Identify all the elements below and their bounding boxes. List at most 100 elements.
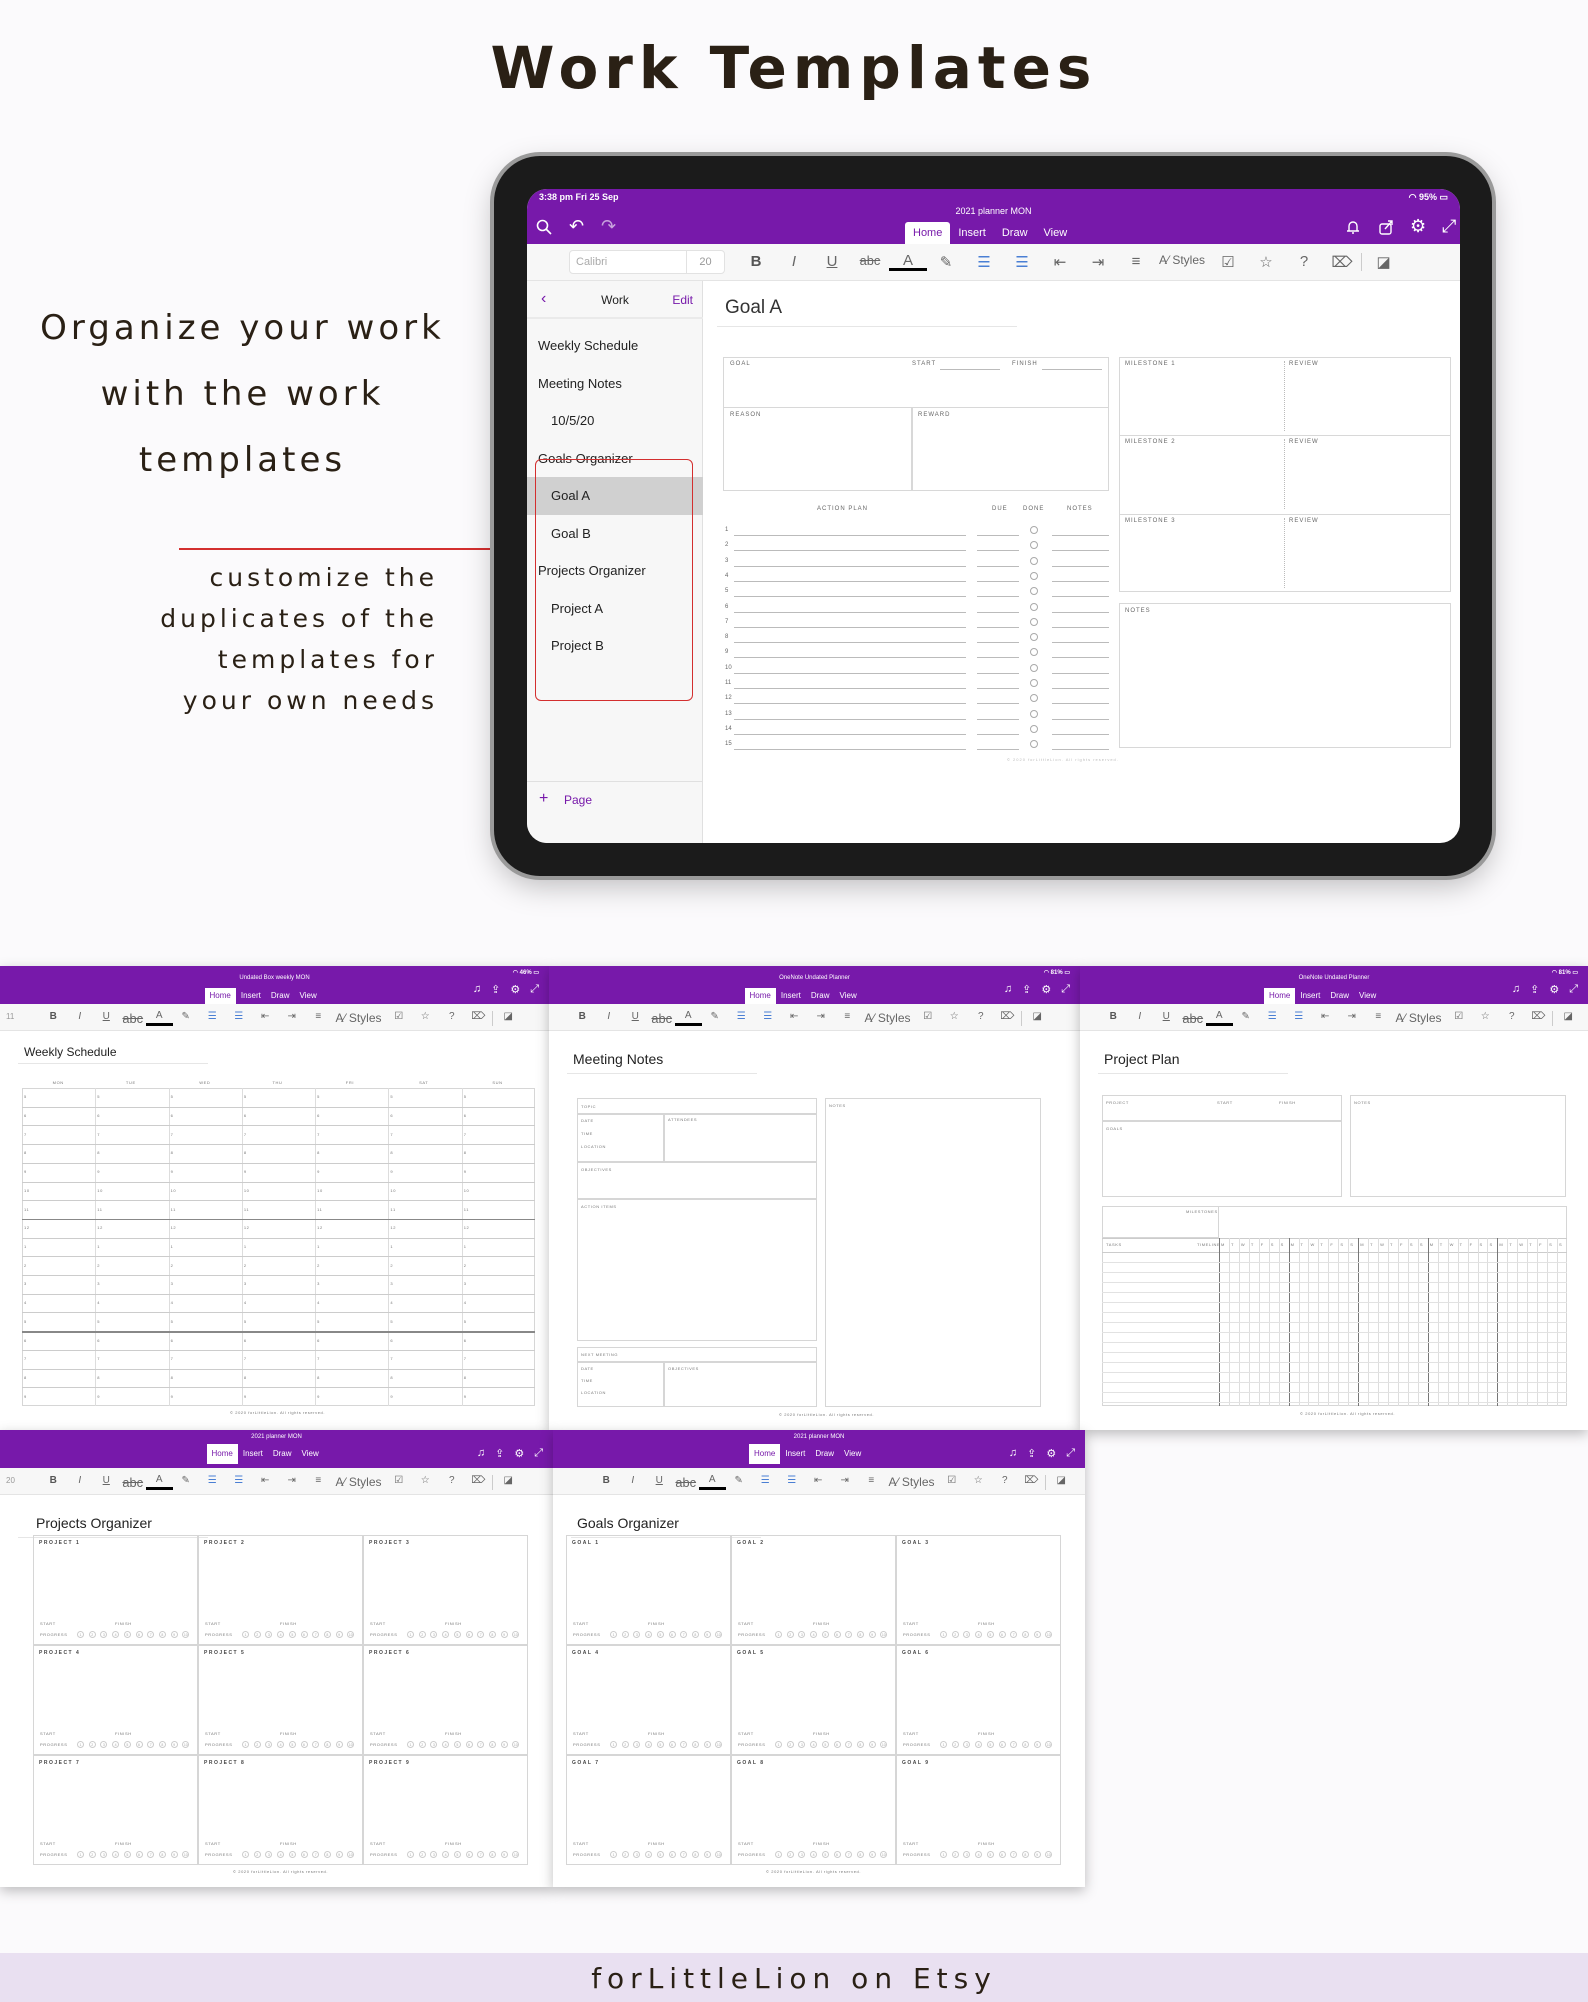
progress-step[interactable]: 8 bbox=[488, 1851, 496, 1858]
progress-step[interactable]: 5 bbox=[986, 1631, 994, 1638]
progress-step[interactable]: 8 bbox=[488, 1741, 496, 1748]
progress-step[interactable]: 8 bbox=[488, 1631, 496, 1638]
done-checkbox[interactable] bbox=[1030, 617, 1038, 626]
task-row[interactable] bbox=[1102, 1402, 1567, 1403]
progress-step[interactable]: 1 bbox=[407, 1741, 414, 1748]
progress-step[interactable]: 2 bbox=[951, 1631, 959, 1638]
action-line[interactable] bbox=[734, 611, 966, 613]
bell-icon[interactable] bbox=[1345, 219, 1361, 235]
done-checkbox[interactable] bbox=[1030, 526, 1038, 534]
task-row[interactable] bbox=[1102, 1382, 1567, 1383]
due-line[interactable] bbox=[977, 688, 1019, 689]
progress-step[interactable]: 8 bbox=[856, 1741, 864, 1748]
search-icon[interactable] bbox=[536, 219, 552, 235]
progress-step[interactable]: 6 bbox=[300, 1631, 308, 1638]
progress-step[interactable]: 1 bbox=[775, 1631, 782, 1638]
task-row[interactable] bbox=[1102, 1362, 1567, 1363]
progress-step[interactable]: 2 bbox=[621, 1631, 629, 1638]
progress-step[interactable]: 5 bbox=[656, 1851, 664, 1858]
task-row[interactable] bbox=[1102, 1272, 1567, 1273]
done-checkbox[interactable] bbox=[1030, 709, 1038, 718]
progress-step[interactable]: 6 bbox=[833, 1851, 841, 1858]
done-checkbox[interactable] bbox=[1030, 556, 1038, 565]
progress-step[interactable]: 6 bbox=[668, 1741, 676, 1748]
due-line[interactable] bbox=[977, 550, 1019, 552]
done-checkbox[interactable] bbox=[1030, 602, 1038, 611]
progress-step[interactable]: 1 bbox=[242, 1851, 249, 1858]
notes-line[interactable] bbox=[1052, 596, 1109, 598]
progress-step[interactable]: 5 bbox=[123, 1631, 131, 1638]
gear-icon[interactable]: ⚙ bbox=[1410, 217, 1426, 235]
progress-step[interactable]: 5 bbox=[821, 1631, 829, 1638]
progress-step[interactable]: 5 bbox=[656, 1741, 664, 1748]
progress-step[interactable]: 5 bbox=[123, 1741, 131, 1748]
highlighter-icon[interactable]: ✎ bbox=[927, 253, 965, 271]
progress-step[interactable]: 9 bbox=[703, 1851, 711, 1858]
progress-step[interactable]: 9 bbox=[1033, 1741, 1041, 1748]
done-checkbox[interactable] bbox=[1030, 633, 1038, 642]
progress-step[interactable]: 6 bbox=[300, 1851, 308, 1858]
due-line[interactable] bbox=[977, 657, 1019, 659]
progress-step[interactable]: 1 bbox=[407, 1851, 414, 1858]
notes-line[interactable] bbox=[1052, 580, 1109, 582]
progress-step[interactable]: 1 bbox=[775, 1851, 782, 1858]
progress-step[interactable]: 6 bbox=[465, 1741, 473, 1748]
progress-step[interactable]: 9 bbox=[170, 1631, 178, 1638]
notes-line[interactable] bbox=[1052, 703, 1109, 705]
progress-step[interactable]: 8 bbox=[691, 1631, 699, 1638]
progress-step[interactable]: 6 bbox=[135, 1851, 143, 1858]
action-line[interactable] bbox=[734, 565, 966, 567]
progress-step[interactable]: 2 bbox=[621, 1851, 629, 1858]
notes-line[interactable] bbox=[1052, 642, 1109, 644]
template-thumbnail-weekly[interactable]: Undated Box weekly MON ◠ 46% ▭ Home Insert D… bbox=[0, 966, 549, 1430]
help-icon[interactable]: ? bbox=[1285, 253, 1323, 271]
font-size[interactable]: 20 bbox=[686, 251, 724, 273]
due-line[interactable] bbox=[977, 535, 1019, 536]
progress-step[interactable]: 2 bbox=[786, 1741, 794, 1748]
project-card[interactable] bbox=[198, 1535, 363, 1645]
notes-line[interactable] bbox=[1052, 672, 1109, 674]
underline-button[interactable]: U bbox=[813, 253, 851, 271]
progress-step[interactable]: 8 bbox=[856, 1851, 864, 1858]
action-line[interactable] bbox=[734, 550, 966, 552]
font-picker[interactable]: Calibri 20 bbox=[569, 250, 725, 274]
progress-step[interactable]: 2 bbox=[951, 1851, 959, 1858]
due-line[interactable] bbox=[977, 733, 1019, 735]
goal-card[interactable] bbox=[731, 1645, 896, 1755]
due-line[interactable] bbox=[977, 596, 1019, 598]
project-card[interactable] bbox=[198, 1645, 363, 1755]
action-line[interactable] bbox=[734, 535, 966, 536]
styles-button[interactable]: A⁄ Styles bbox=[1155, 253, 1209, 271]
task-row[interactable] bbox=[1102, 1352, 1567, 1353]
progress-step[interactable]: 9 bbox=[500, 1741, 508, 1748]
progress-step[interactable]: 6 bbox=[998, 1851, 1006, 1858]
progress-step[interactable]: 2 bbox=[621, 1741, 629, 1748]
progress-step[interactable]: 5 bbox=[288, 1631, 296, 1638]
progress-step[interactable]: 5 bbox=[821, 1851, 829, 1858]
action-line[interactable] bbox=[734, 642, 966, 644]
bold-button[interactable]: B bbox=[737, 253, 775, 271]
notes-line[interactable] bbox=[1052, 565, 1109, 567]
progress-step[interactable]: 9 bbox=[500, 1851, 508, 1858]
action-line[interactable] bbox=[734, 688, 966, 689]
action-line[interactable] bbox=[734, 733, 966, 735]
goal-card[interactable] bbox=[731, 1535, 896, 1645]
progress-step[interactable]: 1 bbox=[940, 1851, 947, 1858]
progress-step[interactable]: 5 bbox=[453, 1741, 461, 1748]
action-line[interactable] bbox=[734, 596, 966, 598]
progress-step[interactable]: 8 bbox=[158, 1631, 166, 1638]
action-line[interactable] bbox=[734, 718, 966, 720]
progress-step[interactable]: 6 bbox=[300, 1741, 308, 1748]
italic-button[interactable]: I bbox=[775, 253, 813, 271]
progress-step[interactable]: 9 bbox=[335, 1851, 343, 1858]
progress-step[interactable]: 1 bbox=[407, 1631, 414, 1638]
due-line[interactable] bbox=[977, 580, 1019, 582]
progress-step[interactable]: 1 bbox=[610, 1631, 617, 1638]
notes-line[interactable] bbox=[1052, 688, 1109, 689]
task-row[interactable] bbox=[1102, 1332, 1567, 1333]
project-card[interactable] bbox=[33, 1755, 198, 1865]
due-line[interactable] bbox=[977, 642, 1019, 644]
progress-step[interactable]: 2 bbox=[88, 1631, 96, 1638]
add-page-button[interactable]: Page bbox=[564, 793, 592, 807]
template-thumbnail-organizer[interactable]: 2021 planner MON Home Insert Draw View ♫ ⇪ ⚙ ⤢ 20… bbox=[0, 1430, 553, 1887]
